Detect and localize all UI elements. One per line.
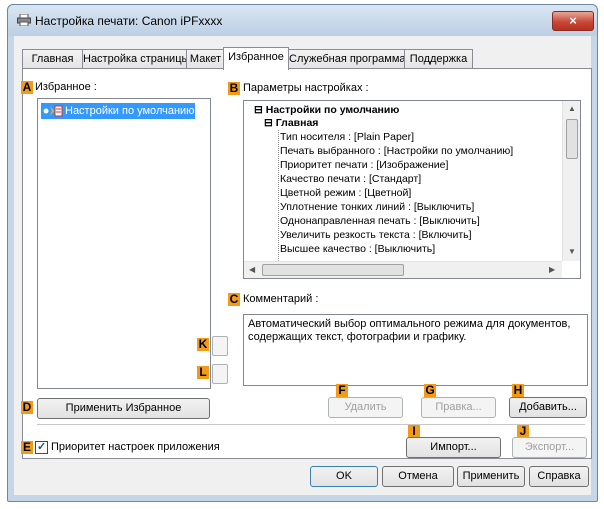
settings-label: Параметры настройках : bbox=[243, 82, 369, 94]
import-button[interactable]: Импорт... bbox=[406, 437, 501, 458]
scroll-down-icon[interactable]: ▼ bbox=[568, 247, 576, 256]
export-button[interactable]: Экспорт... bbox=[512, 437, 587, 458]
vertical-scrollbar[interactable]: ▲ ▼ bbox=[562, 101, 580, 261]
cancel-button[interactable]: Отмена bbox=[382, 466, 454, 487]
badge-f: F bbox=[336, 384, 348, 397]
app-priority-checkbox[interactable]: ✓ bbox=[35, 441, 48, 454]
favorites-list[interactable]: Настройки по умолчанию bbox=[37, 98, 211, 389]
tab-support[interactable]: Поддержка bbox=[404, 49, 473, 69]
tree-collapse-icon[interactable]: ⊟ bbox=[264, 117, 273, 129]
tree-item: Увеличить резкость текста : [Включить] bbox=[280, 229, 472, 241]
badge-h: H bbox=[512, 383, 524, 397]
tab-utility[interactable]: Служебная программа bbox=[288, 49, 406, 69]
badge-l: L bbox=[197, 366, 209, 379]
apply-favorite-button[interactable]: Применить Избранное bbox=[37, 398, 210, 419]
dialog-client: Главная Настройка страницы Макет Избранн… bbox=[14, 36, 592, 495]
comment-box[interactable]: Автоматический выбор оптимального режима… bbox=[243, 314, 588, 386]
scroll-right-icon[interactable]: ▶ bbox=[549, 265, 555, 274]
comment-line: содержащих текст, фотографии и графику. bbox=[248, 331, 467, 343]
favorites-panel: A Избранное : Настройки по умолчанию B П… bbox=[21, 68, 592, 459]
scroll-left-icon[interactable]: ◀ bbox=[249, 265, 255, 274]
comment-line: Автоматический выбор оптимального режима… bbox=[248, 318, 571, 330]
apply-button[interactable]: Применить bbox=[457, 466, 525, 487]
app-priority-label: Приоритет настроек приложения bbox=[51, 441, 220, 453]
tree-root-label: Настройки по умолчанию bbox=[265, 104, 400, 116]
tree-item: Приоритет печати : [Изображение] bbox=[280, 159, 449, 171]
badge-b: B bbox=[228, 81, 240, 95]
scroll-thumb[interactable] bbox=[262, 264, 404, 276]
tab-layout[interactable]: Макет bbox=[186, 49, 225, 69]
tree-item: Качество печати : [Стандарт] bbox=[280, 173, 422, 185]
list-item[interactable]: Настройки по умолчанию bbox=[41, 103, 195, 119]
tree-item: Однонаправленная печать : [Выключить] bbox=[280, 215, 480, 227]
ok-button[interactable]: OK bbox=[310, 466, 378, 487]
add-button[interactable]: Добавить... bbox=[509, 397, 587, 418]
help-button[interactable]: Справка bbox=[529, 466, 589, 487]
badge-g: G bbox=[424, 383, 436, 397]
scroll-thumb[interactable] bbox=[566, 119, 578, 159]
tree-item: Цветной режим : [Цветной] bbox=[280, 187, 412, 199]
comment-label: Комментарий : bbox=[243, 293, 319, 305]
badge-d: D bbox=[21, 400, 33, 414]
settings-tree[interactable]: ⊟ Настройки по умолчанию ⊟ Главная Тип н… bbox=[243, 100, 581, 279]
favorites-label: Избранное : bbox=[35, 81, 97, 93]
delete-button[interactable]: Удалить bbox=[328, 397, 403, 418]
tree-group: ⊟ Главная bbox=[264, 117, 318, 130]
tab-favorites[interactable]: Избранное bbox=[223, 47, 289, 70]
check-icon: ✓ bbox=[37, 441, 47, 453]
favorite-settings-icon bbox=[43, 105, 63, 117]
badge-c: C bbox=[228, 292, 240, 306]
tree-group-label: Главная bbox=[275, 117, 319, 129]
tab-main[interactable]: Главная bbox=[22, 49, 83, 69]
tree-root: ⊟ Настройки по умолчанию bbox=[254, 104, 399, 117]
tree-item: Печать выбранного : [Настройки по умолча… bbox=[280, 145, 514, 157]
title-bar: Настройка печати: Canon iPFxxxx × bbox=[8, 5, 597, 36]
window-title: Настройка печати: Canon iPFxxxx bbox=[35, 14, 223, 28]
tree-item: Уплотнение тонких линий : [Выключить] bbox=[280, 201, 475, 213]
tree-item: Высшее качество : [Выключить] bbox=[280, 243, 436, 255]
favorite-item-label: Настройки по умолчанию bbox=[65, 105, 195, 117]
badge-e: E bbox=[21, 440, 33, 454]
tree-item: Тип носителя : [Plain Paper] bbox=[280, 131, 415, 143]
badge-a: A bbox=[21, 80, 33, 94]
separator bbox=[37, 424, 585, 425]
edit-button[interactable]: Правка... bbox=[421, 397, 496, 418]
badge-k: K bbox=[197, 337, 209, 351]
scroll-up-icon[interactable]: ▲ bbox=[568, 104, 576, 113]
tree-collapse-icon[interactable]: ⊟ bbox=[254, 104, 263, 116]
tab-page-setup[interactable]: Настройка страницы bbox=[82, 49, 189, 69]
close-button[interactable]: × bbox=[552, 11, 594, 31]
print-settings-window: Настройка печати: Canon iPFxxxx × Главна… bbox=[7, 4, 598, 502]
horizontal-scrollbar[interactable]: ◀ ▶ bbox=[244, 261, 562, 278]
move-down-icon[interactable] bbox=[212, 364, 228, 384]
move-up-icon[interactable] bbox=[212, 336, 228, 356]
printer-icon bbox=[17, 14, 31, 26]
